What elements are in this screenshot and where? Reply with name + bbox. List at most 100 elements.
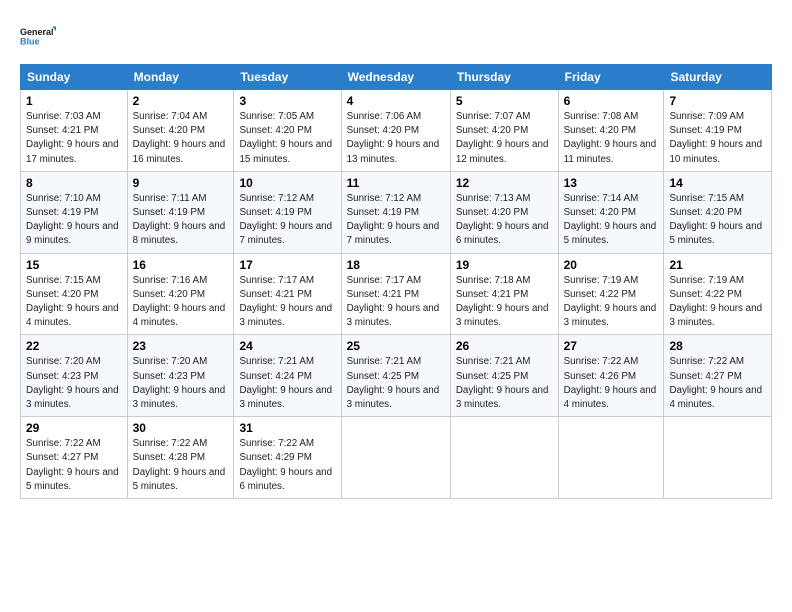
day-info: Sunrise: 7:22 AMSunset: 4:28 PMDaylight:…	[133, 438, 226, 492]
calendar-header-row: SundayMondayTuesdayWednesdayThursdayFrid…	[21, 65, 772, 90]
calendar-cell: 17 Sunrise: 7:17 AMSunset: 4:21 PMDaylig…	[234, 253, 341, 335]
day-info: Sunrise: 7:20 AMSunset: 4:23 PMDaylight:…	[26, 356, 119, 410]
day-number: 17	[239, 258, 335, 272]
calendar-cell: 18 Sunrise: 7:17 AMSunset: 4:21 PMDaylig…	[341, 253, 450, 335]
calendar-cell: 31 Sunrise: 7:22 AMSunset: 4:29 PMDaylig…	[234, 417, 341, 499]
day-info: Sunrise: 7:09 AMSunset: 4:19 PMDaylight:…	[669, 111, 762, 165]
calendar-cell: 21 Sunrise: 7:19 AMSunset: 4:22 PMDaylig…	[664, 253, 772, 335]
header: General Blue	[20, 18, 772, 54]
day-number: 27	[564, 339, 659, 353]
calendar-cell: 27 Sunrise: 7:22 AMSunset: 4:26 PMDaylig…	[558, 335, 664, 417]
calendar-cell: 11 Sunrise: 7:12 AMSunset: 4:19 PMDaylig…	[341, 171, 450, 253]
calendar-cell: 5 Sunrise: 7:07 AMSunset: 4:20 PMDayligh…	[450, 90, 558, 172]
day-number: 18	[347, 258, 445, 272]
day-info: Sunrise: 7:21 AMSunset: 4:25 PMDaylight:…	[456, 356, 549, 410]
calendar-cell: 19 Sunrise: 7:18 AMSunset: 4:21 PMDaylig…	[450, 253, 558, 335]
calendar-cell	[664, 417, 772, 499]
calendar-cell	[558, 417, 664, 499]
day-info: Sunrise: 7:19 AMSunset: 4:22 PMDaylight:…	[564, 275, 657, 329]
header-day-tuesday: Tuesday	[234, 65, 341, 90]
calendar-cell: 24 Sunrise: 7:21 AMSunset: 4:24 PMDaylig…	[234, 335, 341, 417]
day-number: 23	[133, 339, 229, 353]
day-info: Sunrise: 7:15 AMSunset: 4:20 PMDaylight:…	[669, 193, 762, 247]
day-info: Sunrise: 7:12 AMSunset: 4:19 PMDaylight:…	[347, 193, 440, 247]
svg-text:General: General	[20, 27, 54, 37]
header-day-monday: Monday	[127, 65, 234, 90]
day-info: Sunrise: 7:15 AMSunset: 4:20 PMDaylight:…	[26, 275, 119, 329]
day-info: Sunrise: 7:10 AMSunset: 4:19 PMDaylight:…	[26, 193, 119, 247]
calendar-body: 1 Sunrise: 7:03 AMSunset: 4:21 PMDayligh…	[21, 90, 772, 499]
header-day-thursday: Thursday	[450, 65, 558, 90]
header-day-wednesday: Wednesday	[341, 65, 450, 90]
day-number: 5	[456, 94, 553, 108]
calendar-cell: 26 Sunrise: 7:21 AMSunset: 4:25 PMDaylig…	[450, 335, 558, 417]
calendar-cell: 20 Sunrise: 7:19 AMSunset: 4:22 PMDaylig…	[558, 253, 664, 335]
svg-text:Blue: Blue	[20, 36, 40, 46]
week-row-5: 29 Sunrise: 7:22 AMSunset: 4:27 PMDaylig…	[21, 417, 772, 499]
calendar-cell: 13 Sunrise: 7:14 AMSunset: 4:20 PMDaylig…	[558, 171, 664, 253]
day-number: 20	[564, 258, 659, 272]
day-number: 4	[347, 94, 445, 108]
day-info: Sunrise: 7:21 AMSunset: 4:24 PMDaylight:…	[239, 356, 332, 410]
week-row-3: 15 Sunrise: 7:15 AMSunset: 4:20 PMDaylig…	[21, 253, 772, 335]
week-row-2: 8 Sunrise: 7:10 AMSunset: 4:19 PMDayligh…	[21, 171, 772, 253]
day-number: 25	[347, 339, 445, 353]
calendar-cell: 25 Sunrise: 7:21 AMSunset: 4:25 PMDaylig…	[341, 335, 450, 417]
day-info: Sunrise: 7:16 AMSunset: 4:20 PMDaylight:…	[133, 275, 226, 329]
day-info: Sunrise: 7:14 AMSunset: 4:20 PMDaylight:…	[564, 193, 657, 247]
day-number: 2	[133, 94, 229, 108]
day-info: Sunrise: 7:05 AMSunset: 4:20 PMDaylight:…	[239, 111, 332, 165]
header-day-saturday: Saturday	[664, 65, 772, 90]
calendar-cell: 8 Sunrise: 7:10 AMSunset: 4:19 PMDayligh…	[21, 171, 128, 253]
day-info: Sunrise: 7:08 AMSunset: 4:20 PMDaylight:…	[564, 111, 657, 165]
day-number: 15	[26, 258, 122, 272]
day-info: Sunrise: 7:11 AMSunset: 4:19 PMDaylight:…	[133, 193, 226, 247]
calendar-cell: 2 Sunrise: 7:04 AMSunset: 4:20 PMDayligh…	[127, 90, 234, 172]
day-number: 7	[669, 94, 766, 108]
day-info: Sunrise: 7:17 AMSunset: 4:21 PMDaylight:…	[239, 275, 332, 329]
header-day-friday: Friday	[558, 65, 664, 90]
logo: General Blue	[20, 18, 56, 54]
calendar-cell: 15 Sunrise: 7:15 AMSunset: 4:20 PMDaylig…	[21, 253, 128, 335]
calendar-cell: 7 Sunrise: 7:09 AMSunset: 4:19 PMDayligh…	[664, 90, 772, 172]
day-number: 21	[669, 258, 766, 272]
calendar-cell: 4 Sunrise: 7:06 AMSunset: 4:20 PMDayligh…	[341, 90, 450, 172]
day-info: Sunrise: 7:22 AMSunset: 4:26 PMDaylight:…	[564, 356, 657, 410]
day-info: Sunrise: 7:22 AMSunset: 4:27 PMDaylight:…	[26, 438, 119, 492]
day-info: Sunrise: 7:17 AMSunset: 4:21 PMDaylight:…	[347, 275, 440, 329]
day-number: 28	[669, 339, 766, 353]
day-number: 19	[456, 258, 553, 272]
logo-svg: General Blue	[20, 18, 56, 54]
day-info: Sunrise: 7:07 AMSunset: 4:20 PMDaylight:…	[456, 111, 549, 165]
day-number: 12	[456, 176, 553, 190]
header-day-sunday: Sunday	[21, 65, 128, 90]
day-number: 31	[239, 421, 335, 435]
page: General Blue SundayMondayTuesdayWednesda…	[0, 0, 792, 612]
calendar-cell	[341, 417, 450, 499]
day-number: 3	[239, 94, 335, 108]
day-info: Sunrise: 7:20 AMSunset: 4:23 PMDaylight:…	[133, 356, 226, 410]
day-number: 1	[26, 94, 122, 108]
day-info: Sunrise: 7:06 AMSunset: 4:20 PMDaylight:…	[347, 111, 440, 165]
day-info: Sunrise: 7:13 AMSunset: 4:20 PMDaylight:…	[456, 193, 549, 247]
calendar-cell	[450, 417, 558, 499]
day-number: 16	[133, 258, 229, 272]
calendar-cell: 6 Sunrise: 7:08 AMSunset: 4:20 PMDayligh…	[558, 90, 664, 172]
week-row-4: 22 Sunrise: 7:20 AMSunset: 4:23 PMDaylig…	[21, 335, 772, 417]
calendar-cell: 1 Sunrise: 7:03 AMSunset: 4:21 PMDayligh…	[21, 90, 128, 172]
calendar-cell: 9 Sunrise: 7:11 AMSunset: 4:19 PMDayligh…	[127, 171, 234, 253]
day-number: 24	[239, 339, 335, 353]
day-number: 22	[26, 339, 122, 353]
day-number: 29	[26, 421, 122, 435]
day-info: Sunrise: 7:18 AMSunset: 4:21 PMDaylight:…	[456, 275, 549, 329]
day-number: 8	[26, 176, 122, 190]
day-info: Sunrise: 7:21 AMSunset: 4:25 PMDaylight:…	[347, 356, 440, 410]
calendar-cell: 28 Sunrise: 7:22 AMSunset: 4:27 PMDaylig…	[664, 335, 772, 417]
day-info: Sunrise: 7:19 AMSunset: 4:22 PMDaylight:…	[669, 275, 762, 329]
calendar-cell: 10 Sunrise: 7:12 AMSunset: 4:19 PMDaylig…	[234, 171, 341, 253]
calendar-cell: 22 Sunrise: 7:20 AMSunset: 4:23 PMDaylig…	[21, 335, 128, 417]
calendar-cell: 29 Sunrise: 7:22 AMSunset: 4:27 PMDaylig…	[21, 417, 128, 499]
calendar-cell: 16 Sunrise: 7:16 AMSunset: 4:20 PMDaylig…	[127, 253, 234, 335]
calendar-cell: 14 Sunrise: 7:15 AMSunset: 4:20 PMDaylig…	[664, 171, 772, 253]
day-number: 6	[564, 94, 659, 108]
